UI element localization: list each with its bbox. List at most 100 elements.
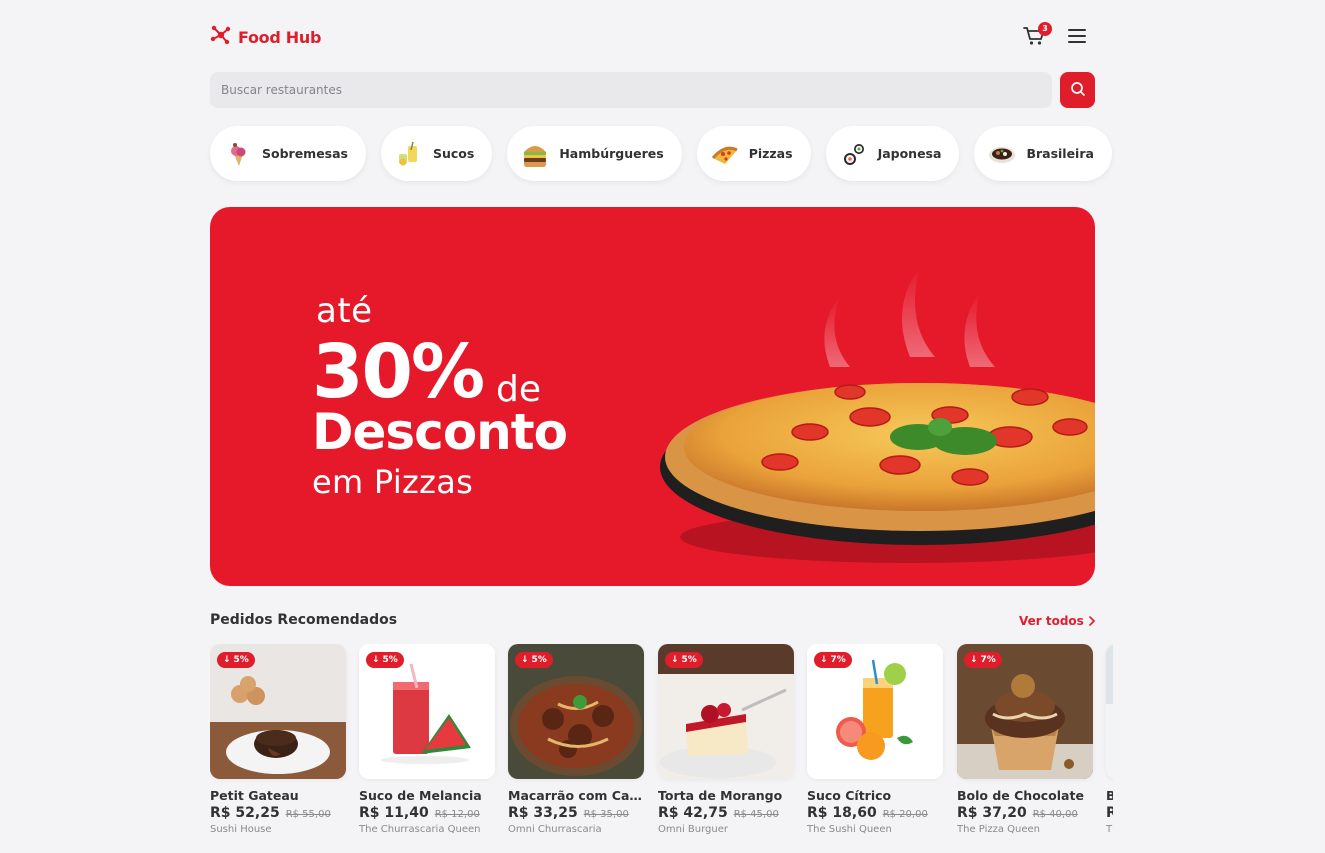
product-card[interactable]: ↓ 7% Suco Cítrico R$ 18,60 R$ 20,00 The Su…: [807, 644, 943, 835]
discount-value: 5%: [681, 655, 697, 665]
logo[interactable]: Food Hub: [210, 24, 321, 50]
product-card[interactable]: ↓ 7% Bolo de Chocolate R$ 37,20 R$ 40,00 T…: [957, 644, 1093, 835]
discount-badge: ↓ 7%: [814, 652, 852, 668]
search-button[interactable]: [1060, 72, 1095, 108]
header: Food Hub 3: [210, 22, 1095, 52]
discount-badge: ↓ 7%: [964, 652, 1002, 668]
feijoada-icon: [988, 140, 1016, 168]
product-old-price: R$ 12,00: [434, 809, 480, 820]
juice-icon: [395, 140, 423, 168]
category-sobremesas[interactable]: Sobremesas: [210, 126, 366, 181]
product-carousel: ↓ 5% Petit Gateau R$ 52,25 R$ 55,00 Sushi …: [210, 644, 1113, 853]
category-pizzas[interactable]: Pizzas: [696, 126, 811, 181]
product-image: ↓ 5%: [210, 644, 346, 779]
see-all-label: Ver todos: [1019, 614, 1084, 628]
search-input[interactable]: [210, 72, 1052, 108]
product-restaurant: The Churrascaria Queen: [359, 824, 481, 835]
product-old-price: R$ 55,00: [285, 809, 331, 820]
cart-icon: [1022, 27, 1046, 52]
discount-value: 7%: [980, 655, 996, 665]
banner-line4: em Pizzas: [312, 463, 474, 501]
discount-badge: ↓ 5%: [366, 652, 404, 668]
product-restaurant: T: [1106, 824, 1113, 835]
category-label: Brasileira: [1026, 146, 1094, 161]
product-restaurant: Sushi House: [210, 824, 272, 835]
arrow-down-icon: ↓: [521, 655, 529, 665]
search-icon: [1070, 81, 1086, 100]
product-card[interactable]: B R T: [1106, 644, 1113, 835]
burger-icon: [521, 140, 549, 168]
discount-value: 5%: [382, 655, 398, 665]
product-card[interactable]: ↓ 5% Torta de Morango R$ 42,75 R$ 45,00 Om…: [658, 644, 794, 835]
promo-banner[interactable]: até 30% de Desconto em Pizzas: [210, 207, 1095, 586]
cart-count-badge: 3: [1038, 22, 1052, 36]
category-label: Pizzas: [748, 146, 793, 161]
discount-badge: ↓ 5%: [515, 652, 553, 668]
product-old-price: R$ 20,00: [882, 809, 928, 820]
discount-badge: ↓ 5%: [665, 652, 703, 668]
arrow-down-icon: ↓: [671, 655, 679, 665]
product-name: Bolo de Chocolate: [957, 788, 1084, 803]
product-image: ↓ 5%: [658, 644, 794, 779]
product-restaurant: The Pizza Queen: [957, 824, 1041, 835]
hamburger-menu-icon: [1068, 29, 1086, 50]
sushi-icon: [840, 140, 868, 168]
product-old-price: R$ 40,00: [1032, 809, 1078, 820]
product-card[interactable]: ↓ 5% Macarrão com Carne R$ 33,25 R$ 35,00 …: [508, 644, 644, 835]
product-price: R$ 18,60: [807, 805, 877, 821]
logo-text: Food Hub: [238, 27, 322, 47]
product-price: R$ 42,75: [658, 805, 728, 821]
banner-line3: Desconto: [312, 403, 568, 461]
chevron-right-icon: [1089, 616, 1095, 626]
product-price: R: [1106, 805, 1113, 821]
product-image: [1106, 644, 1113, 779]
category-japonesa[interactable]: Japonesa: [825, 126, 960, 181]
product-price: R$ 52,25: [210, 805, 280, 821]
product-name: B: [1106, 788, 1113, 803]
product-old-price: R$ 45,00: [733, 809, 779, 820]
product-image: ↓ 7%: [957, 644, 1093, 779]
product-price: R$ 33,25: [508, 805, 578, 821]
category-label: Japonesa: [877, 146, 942, 161]
section-title: Pedidos Recomendados: [210, 612, 398, 628]
product-restaurant: Omni Burguer: [658, 824, 728, 835]
product-card[interactable]: ↓ 5% Suco de Melancia R$ 11,40 R$ 12,00 Th…: [359, 644, 495, 835]
category-label: Hambúrgueres: [559, 146, 664, 161]
product-name: Petit Gateau: [210, 788, 299, 803]
menu-button[interactable]: [1068, 26, 1088, 46]
pizza-slice-icon: [711, 140, 739, 168]
category-list: Sobremesas Sucos Hambúrgueres Pizzas Jap…: [210, 126, 1112, 181]
product-price: R$ 11,40: [359, 805, 429, 821]
product-price: R$ 37,20: [957, 805, 1027, 821]
arrow-down-icon: ↓: [223, 655, 231, 665]
discount-value: 5%: [233, 655, 249, 665]
arrow-down-icon: ↓: [970, 655, 978, 665]
category-sucos[interactable]: Sucos: [381, 126, 493, 181]
product-image: ↓ 5%: [508, 644, 644, 779]
category-label: Sucos: [433, 146, 475, 161]
search-bar: [210, 72, 1095, 108]
discount-value: 7%: [830, 655, 846, 665]
discount-badge: ↓ 5%: [217, 652, 255, 668]
category-label: Sobremesas: [262, 146, 348, 161]
arrow-down-icon: ↓: [820, 655, 828, 665]
discount-value: 5%: [531, 655, 547, 665]
product-name: Torta de Morango: [658, 788, 783, 803]
product-restaurant: The Sushi Queen: [807, 824, 892, 835]
arrow-down-icon: ↓: [372, 655, 380, 665]
category-hamburgueres[interactable]: Hambúrgueres: [507, 126, 682, 181]
product-image: ↓ 5%: [359, 644, 495, 779]
ice-cream-icon: [224, 140, 252, 168]
product-image: ↓ 7%: [807, 644, 943, 779]
product-name: Macarrão com Carne: [508, 788, 644, 803]
product-card[interactable]: ↓ 5% Petit Gateau R$ 52,25 R$ 55,00 Sushi …: [210, 644, 346, 835]
logo-icon: [210, 24, 232, 50]
see-all-link[interactable]: Ver todos: [1019, 614, 1096, 628]
product-old-price: R$ 35,00: [583, 809, 629, 820]
product-restaurant: Omni Churrascaria: [508, 824, 602, 835]
product-name: Suco de Melancia: [359, 788, 482, 803]
category-brasileira[interactable]: Brasileira: [974, 126, 1112, 181]
cart-button[interactable]: 3: [1022, 22, 1052, 52]
pizza-image: [660, 267, 1095, 563]
banner-line1: até: [316, 291, 373, 331]
